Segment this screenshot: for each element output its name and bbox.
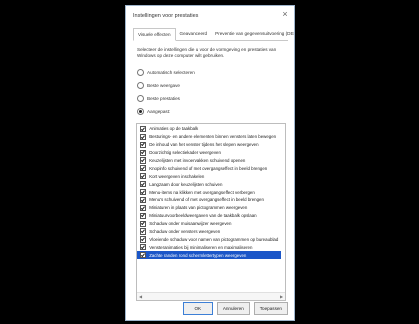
effect-item[interactable]: Besturings- en andere elementen binnen v… [137, 133, 281, 141]
radio-label: Beste weergave [147, 83, 180, 89]
effect-label: Keuzelijsten met invoervakken schuivend … [149, 158, 246, 163]
effects-items: Animaties op de taakbalk Besturings- en a… [137, 125, 281, 260]
effect-label: Kort weergeven inschakelen [149, 173, 205, 179]
effect-item[interactable]: Doorzichtig selectiekader weergeven [137, 149, 281, 157]
tab-advanced[interactable]: Geavanceerd [176, 28, 212, 40]
effect-checkbox[interactable] [140, 204, 147, 211]
effect-label: Vloeiende schaduw voor namen van pictogr… [149, 236, 279, 242]
effect-item[interactable]: Menu-items na klikken met overgangseffec… [137, 188, 281, 196]
cancel-button[interactable]: Annuleren [216, 302, 250, 315]
effect-label: De inhoud van het venster tijdens het sl… [149, 142, 259, 148]
effect-item[interactable]: Menu's schuivend of met overgangseffect … [137, 196, 281, 204]
effect-item[interactable]: De inhoud van het venster tijdens het sl… [137, 141, 281, 149]
close-icon[interactable]: × [280, 9, 290, 19]
effect-label: Menu's schuivend of met overgangseffect … [149, 197, 264, 203]
radio-label: Beste prestaties [147, 96, 180, 102]
effect-label: Animaties op de taakbalk [149, 126, 199, 132]
effect-checkbox[interactable] [140, 220, 147, 227]
effect-item[interactable]: Vloeiende schaduw voor namen van pictogr… [137, 235, 281, 243]
radio-button[interactable] [137, 69, 144, 77]
effect-checkbox[interactable] [140, 212, 147, 219]
visual-effects-panel: Selecteer de instellingen die u voor de … [133, 41, 288, 301]
effect-item[interactable]: Knopinfo schuivend of met overgangseffec… [137, 164, 281, 172]
effect-item[interactable]: Miniaturen in plaats van pictogrammen we… [137, 204, 281, 212]
effect-item[interactable]: Vensteranimaties bij minimaliseren en ma… [137, 243, 281, 251]
radio-button[interactable] [137, 108, 144, 116]
effect-item[interactable]: Schaduw onder muisaanwijzer weergeven [137, 220, 281, 228]
effect-item[interactable]: Zachte randen rond schermlettertypen wee… [137, 251, 281, 260]
effect-label: Besturings- en andere elementen binnen v… [149, 134, 277, 140]
effect-checkbox[interactable] [140, 181, 147, 188]
effect-checkbox[interactable] [140, 252, 147, 259]
effect-checkbox[interactable] [140, 141, 147, 148]
horizontal-scrollbar[interactable]: ◀ ▶ [137, 292, 285, 300]
effect-item[interactable]: Keuzelijsten met invoervakken schuivend … [137, 157, 281, 165]
effect-label: Menu-items na klikken met overgangseffec… [149, 189, 255, 195]
ok-button[interactable]: OK [182, 302, 213, 315]
scroll-right-icon[interactable]: ▶ [279, 294, 284, 299]
effect-item[interactable]: Kort weergeven inschakelen [137, 172, 281, 180]
effect-label: Miniaturen in plaats van pictogrammen we… [149, 205, 248, 211]
effect-label: Zachte randen rond schermlettertypen wee… [149, 252, 247, 258]
effect-checkbox[interactable] [140, 133, 147, 140]
effect-checkbox[interactable] [140, 244, 147, 251]
effect-label: Langzaam door keuzelijsten schuiven [149, 181, 223, 187]
effects-list[interactable]: Animaties op de taakbalk Besturings- en a… [136, 123, 286, 301]
tab-dep[interactable]: Preventie van gegevensuitvoering (DEP) [211, 28, 294, 40]
effect-item[interactable]: Schaduw onder vensters weergeven [137, 228, 281, 236]
effect-checkbox[interactable] [140, 125, 147, 133]
radio-custom[interactable]: Aangepast: [137, 105, 288, 118]
description-text: Selecteer de instellingen die u voor de … [137, 47, 277, 59]
effect-item[interactable]: Langzaam door keuzelijsten schuiven [137, 180, 281, 188]
effect-checkbox[interactable] [140, 157, 147, 164]
effect-checkbox[interactable] [140, 173, 147, 180]
effect-checkbox[interactable] [140, 149, 147, 156]
radio-label: Automatisch selecteren [147, 70, 195, 76]
window-title: Instellingen voor prestaties [133, 13, 199, 19]
radio-best-appearance[interactable]: Beste weergave [137, 79, 288, 92]
tab-visual-effects[interactable]: Visuele effecten [133, 28, 176, 41]
effect-item[interactable]: Animaties op de taakbalk [137, 125, 281, 133]
radio-button[interactable] [137, 95, 144, 103]
effect-checkbox[interactable] [140, 165, 147, 172]
performance-options-dialog: Instellingen voor prestaties × Visuele e… [125, 5, 295, 321]
effect-label: Doorzichtig selectiekader weergeven [149, 150, 221, 156]
effect-label: Schaduw onder muisaanwijzer weergeven [149, 221, 232, 227]
effect-checkbox[interactable] [140, 188, 147, 196]
effect-checkbox[interactable] [140, 236, 147, 243]
scroll-left-icon[interactable]: ◀ [138, 294, 143, 299]
dialog-buttons: OK Annuleren Toepassen [182, 302, 288, 315]
radio-label: Aangepast: [147, 109, 171, 115]
effect-label: Schaduw onder vensters weergeven [149, 229, 221, 235]
preset-radio-group: Automatisch selecteren Beste weergave Be… [137, 66, 288, 118]
effect-checkbox[interactable] [140, 228, 147, 235]
effect-label: Knopinfo schuivend of met overgangseffec… [149, 165, 268, 171]
effect-checkbox[interactable] [140, 196, 147, 204]
effect-label: Vensteranimaties bij minimaliseren en ma… [149, 244, 253, 250]
effect-item[interactable]: Miniatuurvoorbeeldweergaven van de taakb… [137, 212, 281, 220]
radio-button[interactable] [137, 82, 144, 90]
apply-button[interactable]: Toepassen [253, 302, 288, 315]
radio-best-performance[interactable]: Beste prestaties [137, 92, 288, 105]
effect-label: Miniatuurvoorbeeldweergaven van de taakb… [149, 213, 257, 219]
title-bar: Instellingen voor prestaties × [126, 6, 294, 26]
radio-automatic[interactable]: Automatisch selecteren [137, 66, 288, 79]
tab-strip: Visuele effecten Geavanceerd Preventie v… [133, 28, 294, 41]
